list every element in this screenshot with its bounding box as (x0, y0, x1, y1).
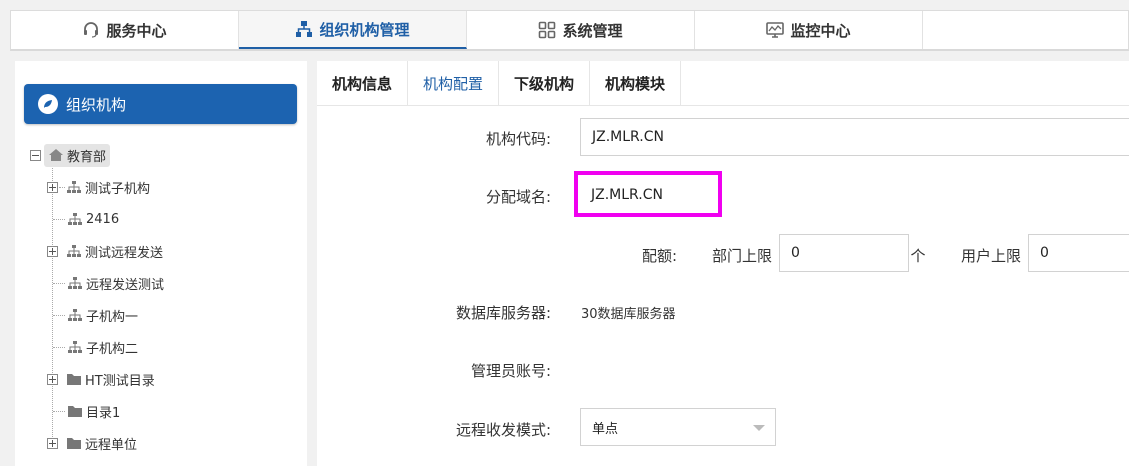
tree-item[interactable]: 子机构二 (53, 336, 138, 358)
user-limit-label: 用户上限 (960, 247, 1021, 265)
tab-system-management[interactable]: 系统管理 (467, 11, 695, 49)
tree-item-label: 目录1 (86, 405, 121, 421)
tab-system-management-label: 系统管理 (562, 21, 623, 40)
tree-root-label: 教育部 (67, 149, 107, 165)
tree-item-label: 2416 (86, 211, 120, 227)
domain-label: 分配域名: (485, 188, 551, 206)
org-node-icon (67, 245, 81, 257)
tree-item-label: 远程发送测试 (86, 277, 165, 293)
tree-root-node[interactable]: 教育部 (30, 143, 111, 167)
dept-limit-label: 部门上限 (711, 247, 772, 265)
expand-toggle[interactable] (47, 181, 58, 193)
dept-unit-label: 个 (910, 247, 926, 265)
tab-service-center[interactable]: 服务中心 (11, 11, 239, 49)
tab-org-info[interactable]: 机构信息 (317, 61, 409, 106)
folder-icon (68, 406, 82, 417)
folder-icon (67, 438, 81, 449)
top-navigation: 服务中心 组织机构管理 系统管理 监控中心 (10, 10, 1129, 51)
user-limit-field[interactable]: 0 (1028, 234, 1129, 272)
tree-item[interactable]: 测试远程发送 (47, 240, 163, 262)
expand-toggle[interactable] (47, 437, 58, 449)
tab-service-center-label: 服务中心 (106, 21, 167, 40)
tab-monitor-center[interactable]: 监控中心 (695, 11, 923, 49)
tree-item[interactable]: 2416 (53, 208, 119, 230)
org-node-icon (68, 341, 82, 353)
detail-tabs: 机构信息 机构配置 下级机构 机构模块 (317, 61, 1129, 106)
expand-toggle[interactable] (47, 373, 58, 385)
tree-item[interactable]: 远程单位 (47, 432, 137, 454)
admin-account-label: 管理员账号: (470, 362, 551, 380)
tree-item-label: 测试远程发送 (85, 245, 164, 261)
org-code-label: 机构代码: (485, 130, 551, 148)
tree-item[interactable]: 远程发送测试 (53, 272, 164, 294)
org-node-icon (68, 277, 82, 289)
org-node-icon (67, 181, 81, 193)
tab-sub-orgs[interactable]: 下级机构 (499, 61, 591, 106)
quota-label: 配额: (641, 247, 677, 265)
tree-item-label: 测试子机构 (85, 181, 151, 197)
tab-org-management[interactable]: 组织机构管理 (239, 11, 467, 49)
tree-item[interactable]: 子机构一 (53, 304, 138, 326)
remote-mode-label: 远程收发模式: (455, 421, 551, 439)
db-server-label: 数据库服务器: (455, 304, 551, 322)
tree-item[interactable]: 测试子机构 (47, 176, 150, 198)
expand-toggle[interactable] (47, 245, 58, 257)
org-node-icon (68, 309, 82, 321)
tree-item-label: 子机构二 (86, 341, 139, 357)
home-icon (49, 149, 63, 161)
tab-org-config[interactable]: 机构配置 (408, 61, 500, 106)
org-code-field[interactable]: JZ.MLR.CN (580, 118, 1129, 156)
chevron-down-icon (753, 425, 765, 431)
grid-icon (539, 21, 556, 39)
folder-icon (67, 374, 81, 385)
org-detail-panel: 机构信息 机构配置 下级机构 机构模块 机构代码: JZ.MLR.CN 分配域名… (317, 61, 1129, 466)
remote-mode-select[interactable]: 单点 (580, 408, 776, 446)
collapse-toggle[interactable] (30, 149, 41, 161)
db-server-value: 30数据库服务器 (581, 307, 676, 322)
tab-org-modules[interactable]: 机构模块 (590, 61, 682, 106)
org-node-icon (68, 213, 82, 225)
tab-monitor-center-label: 监控中心 (790, 21, 851, 40)
org-chart-icon (296, 21, 313, 37)
org-tree-panel: 组织机构 教育部 测试子机构 2416 测试远程发送 远程发送测试 子机构一 子… (15, 61, 307, 466)
tree-item-label: 远程单位 (85, 437, 138, 453)
tree-item[interactable]: 目录1 (53, 400, 120, 422)
org-tree: 教育部 测试子机构 2416 测试远程发送 远程发送测试 子机构一 子机构二 H… (15, 61, 307, 466)
remote-mode-selected: 单点 (592, 421, 619, 437)
tree-item-label: 子机构一 (86, 309, 139, 325)
tree-item-label: HT测试目录 (85, 373, 155, 389)
tree-item[interactable]: HT测试目录 (47, 368, 155, 390)
monitor-icon (766, 22, 785, 38)
root-node-label-wrap: 教育部 (44, 143, 111, 167)
dept-limit-field[interactable]: 0 (779, 234, 909, 272)
tab-org-management-label: 组织机构管理 (319, 20, 410, 39)
headset-icon (84, 22, 99, 38)
domain-field[interactable]: JZ.MLR.CN (580, 176, 717, 214)
